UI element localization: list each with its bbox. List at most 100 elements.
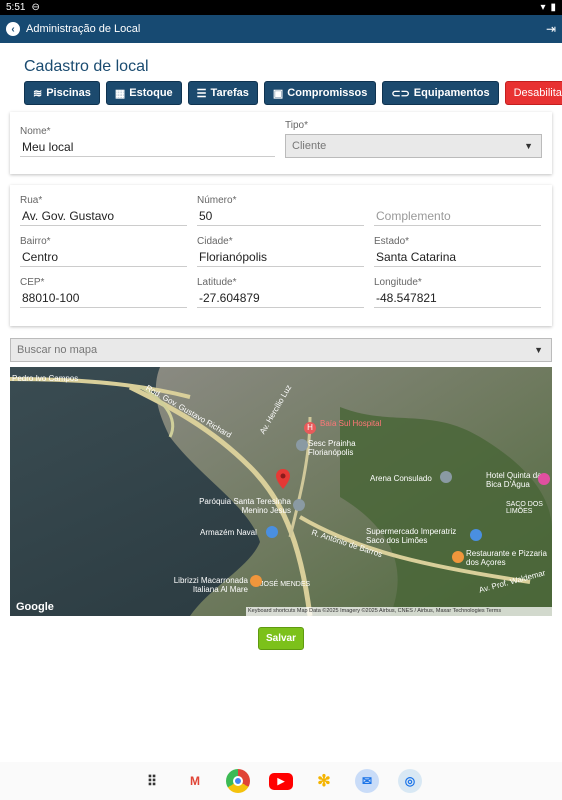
latitude-label: Latitude*: [197, 277, 237, 288]
desabilitar-label: Desabilitar: [513, 87, 562, 99]
status-app-icon: ⊖: [31, 2, 40, 13]
estoque-button[interactable]: ▦ Estoque: [105, 81, 182, 105]
checklist-icon: ☰: [196, 87, 207, 100]
hotel-pin-icon[interactable]: [538, 473, 550, 485]
numero-field: Número* 50: [197, 195, 364, 226]
chrome-icon[interactable]: [226, 769, 250, 793]
rua-label: Rua*: [20, 195, 43, 206]
cep-label: CEP*: [20, 277, 45, 288]
calendar-icon: ▣: [272, 87, 284, 100]
tipo-field: Tipo*: [285, 120, 541, 131]
app-bar: ‹ Administração de Local ⇥: [0, 15, 562, 43]
complemento-field: Complemento: [374, 195, 541, 226]
inventory-icon: ▦: [114, 87, 126, 100]
logout-icon[interactable]: ⇥: [546, 22, 556, 36]
assistant-icon[interactable]: ◎: [398, 769, 422, 793]
tipo-select[interactable]: Cliente ▼: [285, 134, 542, 158]
status-time: 5:51: [6, 2, 26, 13]
latitude-field: Latitude* -27.604879: [197, 277, 364, 308]
complemento-input[interactable]: Complemento: [374, 206, 541, 226]
pool-icon: ≋: [33, 87, 43, 100]
back-icon[interactable]: ‹: [6, 22, 20, 36]
section-nav: ≋ Piscinas ▦ Estoque ☰ Tarefas ▣ Compromisso…: [24, 81, 562, 105]
compromissos-label: Compromissos: [287, 87, 368, 99]
compromissos-button[interactable]: ▣ Compromissos: [263, 81, 377, 105]
nome-field: Nome* Meu local: [20, 126, 275, 157]
map-search-select[interactable]: Buscar no mapa ▼: [10, 338, 552, 362]
longitude-field: Longitude* -48.547821: [374, 277, 541, 308]
paroquia-pin-icon[interactable]: [293, 499, 305, 511]
sesc-pin-icon[interactable]: [296, 439, 308, 451]
status-bar: 5:51 ⊖ ▾ ▮: [0, 0, 562, 15]
equipamentos-label: Equipamentos: [413, 87, 490, 99]
wifi-icon: ▾: [540, 2, 546, 13]
estado-input[interactable]: Santa Catarina: [374, 247, 541, 267]
map-label-jose-mendes: JOSÉ MENDES: [260, 581, 311, 588]
general-card: Nome* Meu local Tipo* Cliente ▼: [10, 112, 552, 174]
cidade-input[interactable]: Florianópolis: [197, 247, 364, 267]
restaurante-pin-icon[interactable]: [452, 551, 464, 563]
gmail-icon[interactable]: M: [183, 769, 207, 793]
map-label-restaurante: Restaurante e Pizzaria dos Açores: [466, 549, 547, 567]
rua-input[interactable]: Av. Gov. Gustavo: [20, 206, 187, 226]
hospital-pin-icon[interactable]: H: [304, 417, 316, 435]
bairro-label: Bairro*: [20, 236, 51, 247]
map-search-placeholder: Buscar no mapa: [17, 344, 98, 356]
page-title: Cadastro de local: [24, 58, 149, 75]
tipo-selected-value: Cliente: [292, 140, 327, 152]
librizzi-pin-icon[interactable]: [250, 575, 262, 587]
tarefas-label: Tarefas: [210, 87, 249, 99]
cep-field: CEP* 88010-100: [20, 277, 187, 308]
photos-icon[interactable]: ✻: [312, 769, 336, 793]
nome-input[interactable]: Meu local: [20, 137, 275, 157]
latitude-input[interactable]: -27.604879: [197, 288, 364, 308]
bairro-field: Bairro* Centro: [20, 236, 187, 267]
app-bar-title: Administração de Local: [26, 23, 141, 35]
equipamentos-button[interactable]: ⊂⊃ Equipamentos: [382, 81, 499, 105]
battery-icon: ▮: [550, 2, 556, 13]
numero-label: Número*: [197, 195, 237, 206]
nome-label: Nome*: [20, 126, 51, 137]
tarefas-button[interactable]: ☰ Tarefas: [187, 81, 258, 105]
map-label-saco: SACO DOS LIMÕES: [506, 501, 543, 515]
map-label-armazem: Armazém Naval: [200, 528, 257, 537]
cep-input[interactable]: 88010-100: [20, 288, 187, 308]
bairro-input[interactable]: Centro: [20, 247, 187, 267]
armazem-pin-icon[interactable]: [266, 526, 278, 538]
estado-label: Estado*: [374, 236, 410, 247]
desabilitar-button[interactable]: Desabilitar: [504, 81, 562, 105]
cidade-label: Cidade*: [197, 236, 233, 247]
google-logo: Google: [16, 601, 54, 613]
rua-field: Rua* Av. Gov. Gustavo: [20, 195, 187, 226]
piscinas-label: Piscinas: [46, 87, 91, 99]
tipo-label: Tipo*: [285, 120, 308, 131]
map-label-hospital: Baía Sul Hospital: [320, 419, 382, 428]
cidade-field: Cidade* Florianópolis: [197, 236, 364, 267]
satellite-map[interactable]: Pedro Ivo Campos Rod. Gov. Gustavo Richa…: [10, 367, 552, 616]
arena-pin-icon[interactable]: [440, 471, 452, 483]
map-attribution[interactable]: Keyboard shortcuts Map Data ©2025 Imager…: [246, 607, 552, 616]
app-drawer-icon[interactable]: ⠿: [140, 769, 164, 793]
complemento-label-empty: [374, 195, 541, 206]
android-dock: ⠿ M ▶ ✻ ✉ ◎: [0, 762, 562, 800]
equipment-icon: ⊂⊃: [391, 87, 410, 100]
map-label-supermercado: Supermercado Imperatriz Saco dos Limões: [366, 527, 457, 545]
location-marker-svg: [276, 469, 290, 489]
estado-field: Estado* Santa Catarina: [374, 236, 541, 267]
location-marker-icon[interactable]: [276, 469, 290, 489]
messages-icon[interactable]: ✉: [355, 769, 379, 793]
longitude-input[interactable]: -48.547821: [374, 288, 541, 308]
map-label-arena: Arena Consulado: [370, 474, 432, 483]
save-button[interactable]: Salvar: [258, 627, 304, 650]
map-label-sesc: Sesc Prainha Florianópolis: [308, 439, 356, 457]
map-label-pedro-ivo: Pedro Ivo Campos: [12, 374, 79, 383]
map-label-librizzi: Librizzi Macarronada Italiana Al Mare: [173, 576, 248, 594]
map-label-paroquia: Paróquia Santa Teresinha Menino Jesus: [199, 497, 291, 515]
piscinas-button[interactable]: ≋ Piscinas: [24, 81, 100, 105]
estoque-label: Estoque: [129, 87, 173, 99]
dropdown-arrow-icon: ▼: [524, 141, 533, 151]
youtube-icon[interactable]: ▶: [269, 772, 293, 790]
address-card: Rua* Av. Gov. Gustavo Número* 50 Complem…: [10, 185, 552, 326]
numero-input[interactable]: 50: [197, 206, 364, 226]
supermercado-pin-icon[interactable]: [470, 529, 482, 541]
